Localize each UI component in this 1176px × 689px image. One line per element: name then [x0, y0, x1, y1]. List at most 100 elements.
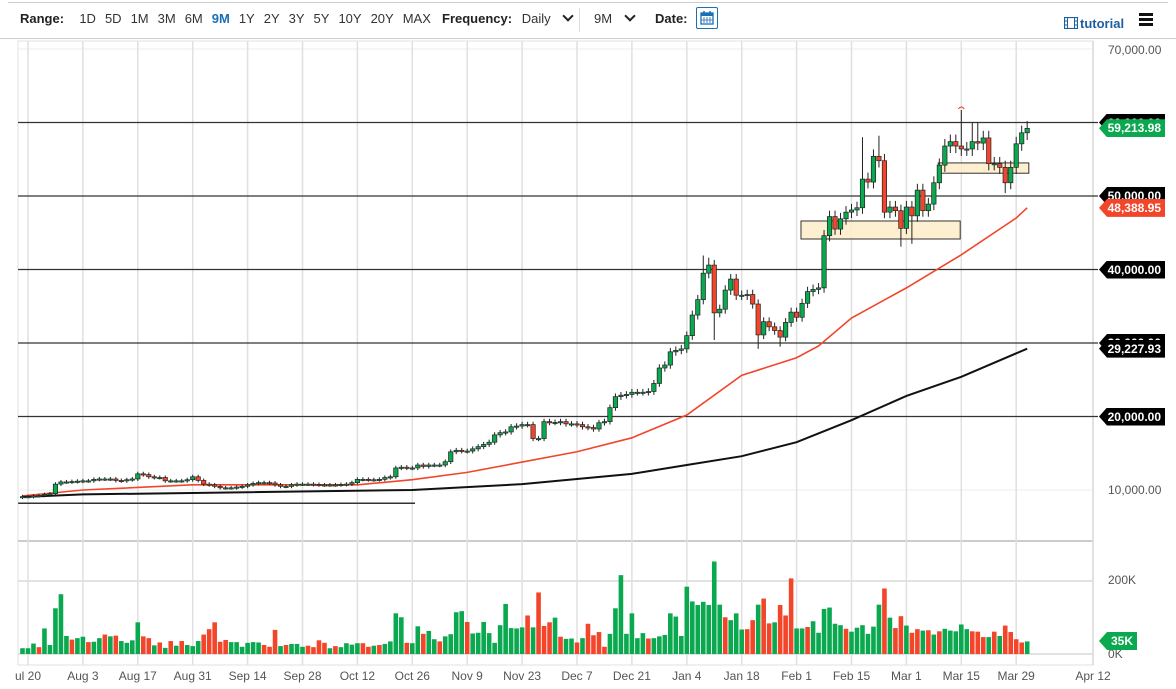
candlestick — [393, 465, 399, 479]
volume-bar — [300, 646, 305, 654]
candlestick — [590, 424, 597, 432]
candle-body-up — [739, 294, 745, 297]
candlestick — [667, 347, 673, 369]
candlestick — [601, 418, 608, 426]
volume-bar — [706, 605, 712, 654]
candle-body-down — [832, 216, 838, 230]
volume-bar — [470, 633, 475, 654]
candle-body-up — [1019, 132, 1025, 145]
candlestick — [398, 465, 404, 471]
volume-bar — [157, 642, 163, 654]
candlestick — [596, 419, 602, 432]
candlestick — [69, 479, 75, 484]
volume-bar — [948, 630, 953, 654]
candlestick — [223, 485, 229, 490]
candle-body-down — [459, 449, 465, 452]
candle-body-up — [854, 207, 860, 211]
volume-bar — [173, 645, 179, 654]
candle-body-up — [931, 182, 937, 205]
candle-body-up — [783, 322, 789, 338]
candle-body-up — [470, 448, 476, 452]
volume-bar — [272, 629, 278, 654]
candlestick — [448, 449, 454, 464]
x-tick-label: Oct 26 — [394, 669, 430, 683]
volume-bar — [783, 615, 788, 654]
candle-body-up — [936, 164, 942, 184]
candlestick — [360, 477, 366, 482]
candlestick — [640, 388, 646, 396]
volume-bar — [69, 639, 75, 654]
volume-bar — [865, 633, 871, 654]
candlestick — [805, 286, 811, 308]
x-tick-label: Feb 15 — [832, 669, 871, 683]
candlestick — [470, 446, 476, 454]
candlestick — [431, 462, 437, 468]
volume-bar — [86, 642, 91, 654]
candle-body-up — [453, 449, 459, 453]
price-tag-level: 20,000.00 — [1099, 407, 1165, 426]
volume-bar — [217, 641, 223, 654]
candle-body-down — [794, 311, 800, 318]
candle-body-up — [1008, 166, 1014, 184]
volume-bar — [349, 644, 355, 654]
candle-body-up — [629, 391, 635, 395]
volume-bar — [201, 634, 206, 654]
volume-bar — [206, 629, 212, 654]
candle-body-down — [267, 482, 273, 485]
candlestick — [695, 294, 701, 320]
candle-body-up — [525, 424, 531, 427]
volume-bar — [31, 643, 36, 654]
candlestick — [876, 135, 882, 168]
candlestick — [140, 471, 146, 477]
candle-body-down — [217, 485, 223, 489]
candlestick — [931, 176, 937, 211]
candle-body-down — [881, 160, 887, 213]
volume-bar — [503, 603, 508, 654]
volume-bar — [311, 647, 316, 654]
candle-body-down — [195, 476, 201, 481]
candlestick — [107, 476, 113, 481]
candlestick — [299, 482, 306, 487]
volume-bar — [673, 616, 679, 654]
candlestick — [459, 447, 465, 454]
x-tick-label: Aug 3 — [67, 669, 99, 683]
candle-body-up — [805, 291, 811, 304]
candle-body-down — [772, 326, 778, 331]
x-tick-label: Mar 29 — [997, 669, 1035, 683]
volume-bar — [711, 561, 717, 654]
candlestick — [761, 317, 767, 340]
candle-body-up — [552, 422, 558, 424]
volume-bar — [393, 613, 399, 654]
volume-bar — [602, 646, 607, 654]
candlestick — [947, 134, 953, 154]
candle-body-down — [212, 484, 218, 487]
candlestick — [777, 326, 783, 347]
candlestick — [739, 290, 745, 300]
volume-bar — [360, 643, 366, 654]
candlestick — [689, 310, 695, 340]
volume-bar — [969, 631, 975, 654]
volume-bar — [854, 627, 860, 654]
volume-bar — [426, 630, 432, 654]
volume-bar — [849, 631, 854, 654]
candle-body-down — [876, 155, 882, 162]
candle-body-up — [398, 466, 404, 469]
candle-body-up — [964, 148, 970, 151]
volume-bar — [898, 616, 904, 654]
candlestick — [124, 477, 130, 483]
price-chart[interactable] — [0, 0, 1176, 689]
candle-body-down — [711, 264, 717, 314]
candle-body-up — [991, 163, 997, 166]
volume-bar — [871, 626, 876, 654]
volume-bar — [80, 636, 86, 654]
candlestick — [772, 322, 778, 335]
volume-bar — [261, 645, 267, 654]
candlestick — [920, 183, 926, 217]
volume-bar — [519, 627, 525, 654]
volume-bar — [799, 628, 805, 654]
x-tick-label: Sep 28 — [283, 669, 322, 683]
candlestick — [129, 476, 135, 482]
volume-bar — [475, 632, 481, 654]
candle-body-down — [750, 294, 756, 305]
volume-bar — [750, 620, 755, 654]
